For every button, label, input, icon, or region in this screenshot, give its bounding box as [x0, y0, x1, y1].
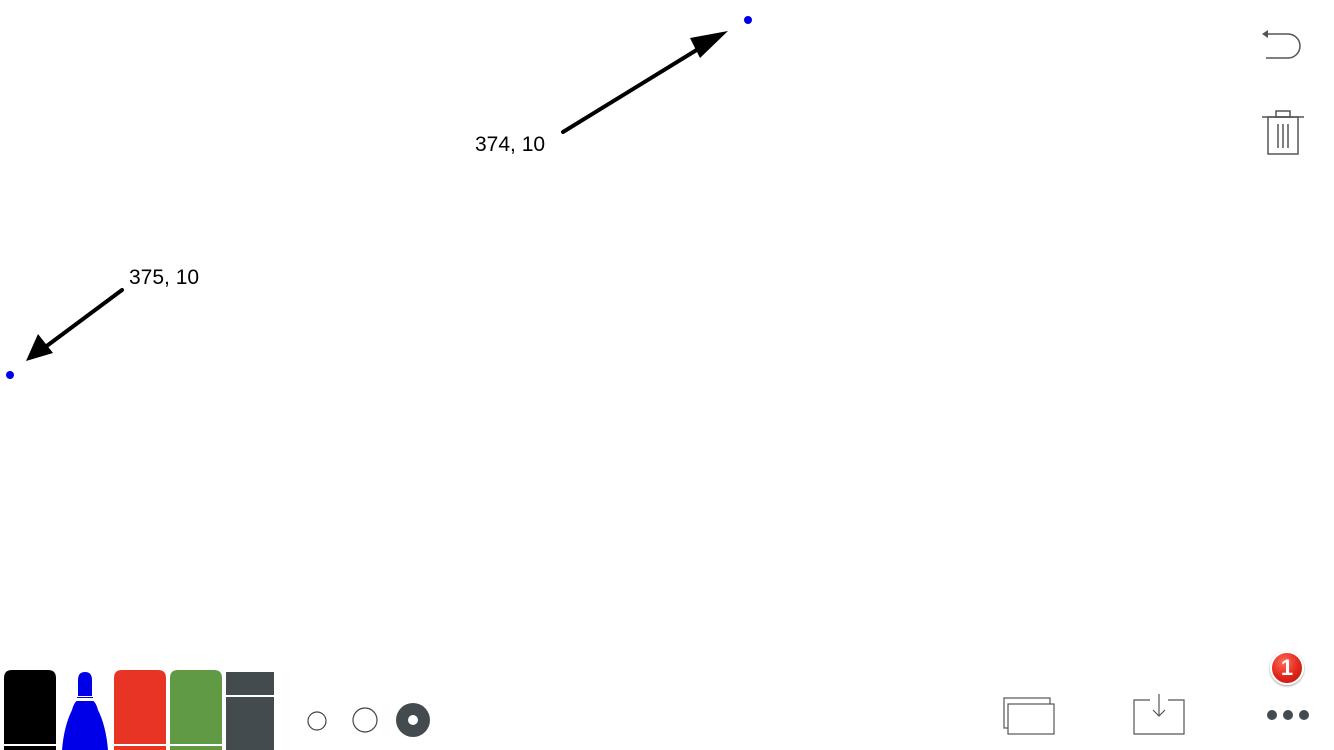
- green-marker[interactable]: [170, 670, 222, 750]
- eraser[interactable]: [226, 670, 274, 750]
- drawing-canvas[interactable]: [0, 0, 1334, 750]
- green-marker-icon: [170, 670, 222, 750]
- trash-button[interactable]: [1258, 106, 1308, 160]
- export-icon: [1133, 694, 1185, 735]
- ink-dot-top: [744, 16, 752, 24]
- arrow-annotation-1: [561, 31, 728, 134]
- undo-button[interactable]: [1258, 28, 1308, 66]
- pages-icon: [1003, 697, 1055, 735]
- black-marker-icon: [4, 670, 56, 750]
- eraser-icon: [226, 672, 274, 750]
- black-marker[interactable]: [4, 670, 56, 750]
- blue-marker-icon: [62, 672, 108, 750]
- arrow-annotation-2: [26, 288, 124, 361]
- trash-icon: [1262, 110, 1304, 155]
- more-icon: [1267, 710, 1309, 720]
- red-marker-icon: [114, 670, 166, 750]
- export-button[interactable]: [1130, 690, 1188, 738]
- brush-size-small[interactable]: [306, 710, 328, 732]
- blue-marker[interactable]: [60, 670, 110, 750]
- more-button[interactable]: [1264, 704, 1312, 726]
- brush-medium-icon: [352, 707, 378, 733]
- red-marker[interactable]: [114, 670, 166, 750]
- pages-button[interactable]: [1000, 694, 1060, 738]
- ink-dot-left: [6, 371, 14, 379]
- annotation-label-1: 374, 10: [475, 133, 546, 156]
- brush-small-icon: [307, 711, 327, 731]
- annotation-label-2: 375, 10: [129, 266, 200, 289]
- notification-badge[interactable]: 1: [1270, 651, 1304, 685]
- undo-icon: [1262, 30, 1301, 59]
- brush-size-large[interactable]: [396, 703, 430, 737]
- brush-size-medium[interactable]: [351, 706, 379, 734]
- whiteboard-app: 374, 10 375, 10 1: [0, 0, 1334, 750]
- brush-large-icon: [396, 703, 430, 737]
